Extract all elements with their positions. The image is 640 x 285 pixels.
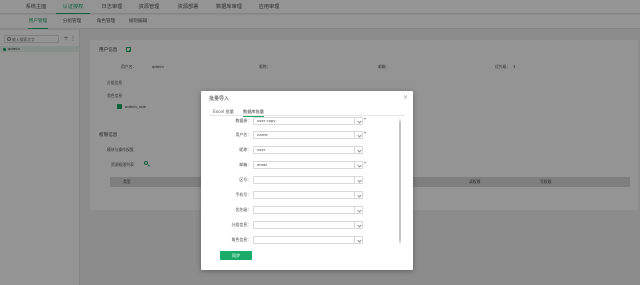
group-field-label: 分组信息： [231, 222, 251, 227]
email-field-label: 邮箱： [239, 162, 251, 167]
required-mark: * [364, 161, 366, 166]
field-email: 邮箱： email * [201, 161, 401, 169]
field-group: 分组信息： [201, 221, 401, 229]
role-select[interactable] [253, 236, 363, 244]
chevron-down-icon [354, 237, 362, 243]
phone-select[interactable] [253, 191, 363, 199]
field-username: 用户名： name * [201, 131, 401, 139]
dialog-scrollbar[interactable] [399, 119, 401, 244]
nickname-select[interactable]: user [253, 146, 363, 154]
email-select[interactable]: email [253, 161, 363, 169]
priority-field-label: 优先级： [235, 207, 251, 212]
field-nickname: 昵称： user [201, 146, 401, 154]
scrollbar-thumb[interactable] [399, 121, 401, 241]
field-phone: 手机号： [201, 191, 401, 199]
tab-excel-import[interactable]: Excel 批量 [213, 108, 234, 116]
area-code-select[interactable] [253, 176, 363, 184]
group-select[interactable] [253, 221, 363, 229]
required-mark: * [364, 117, 366, 122]
close-icon[interactable]: × [403, 94, 408, 101]
chevron-down-icon [354, 118, 362, 124]
chevron-down-icon [354, 132, 362, 138]
batch-import-dialog: 批量导入 × Excel 批量 数据库批量 数据源： user copy * 用… [201, 91, 413, 270]
datasource-value: user copy [257, 118, 276, 123]
username-field-value: name [257, 132, 268, 137]
username-field-label: 用户名： [235, 132, 251, 137]
chevron-down-icon [354, 162, 362, 168]
chevron-down-icon [354, 207, 362, 213]
chevron-down-icon [354, 222, 362, 228]
chevron-down-icon [354, 192, 362, 198]
chevron-down-icon [354, 147, 362, 153]
phone-label: 手机号： [235, 192, 251, 197]
priority-select[interactable] [253, 206, 363, 214]
tab-database-import[interactable]: 数据库批量 [243, 108, 264, 117]
area-code-label: 区号： [239, 177, 251, 182]
required-mark: * [364, 131, 366, 136]
email-field-value: email [257, 162, 268, 167]
role-field-label: 角色信息： [231, 237, 251, 242]
field-area-code: 区号： [201, 176, 401, 184]
chevron-down-icon [354, 177, 362, 183]
field-datasource: 数据源： user copy * [201, 117, 401, 125]
nickname-field-value: user [257, 147, 266, 152]
field-priority: 优先级： [201, 206, 401, 214]
field-role: 角色信息： [201, 236, 401, 244]
dialog-title: 批量导入 [209, 96, 230, 102]
dialog-tabs: Excel 批量 数据库批量 [209, 108, 405, 117]
nickname-field-label: 昵称： [239, 147, 251, 152]
username-select[interactable]: name [253, 131, 363, 139]
datasource-select[interactable]: user copy [253, 117, 363, 125]
datasource-label: 数据源： [235, 118, 251, 123]
sync-button[interactable]: 同步 [220, 251, 252, 260]
